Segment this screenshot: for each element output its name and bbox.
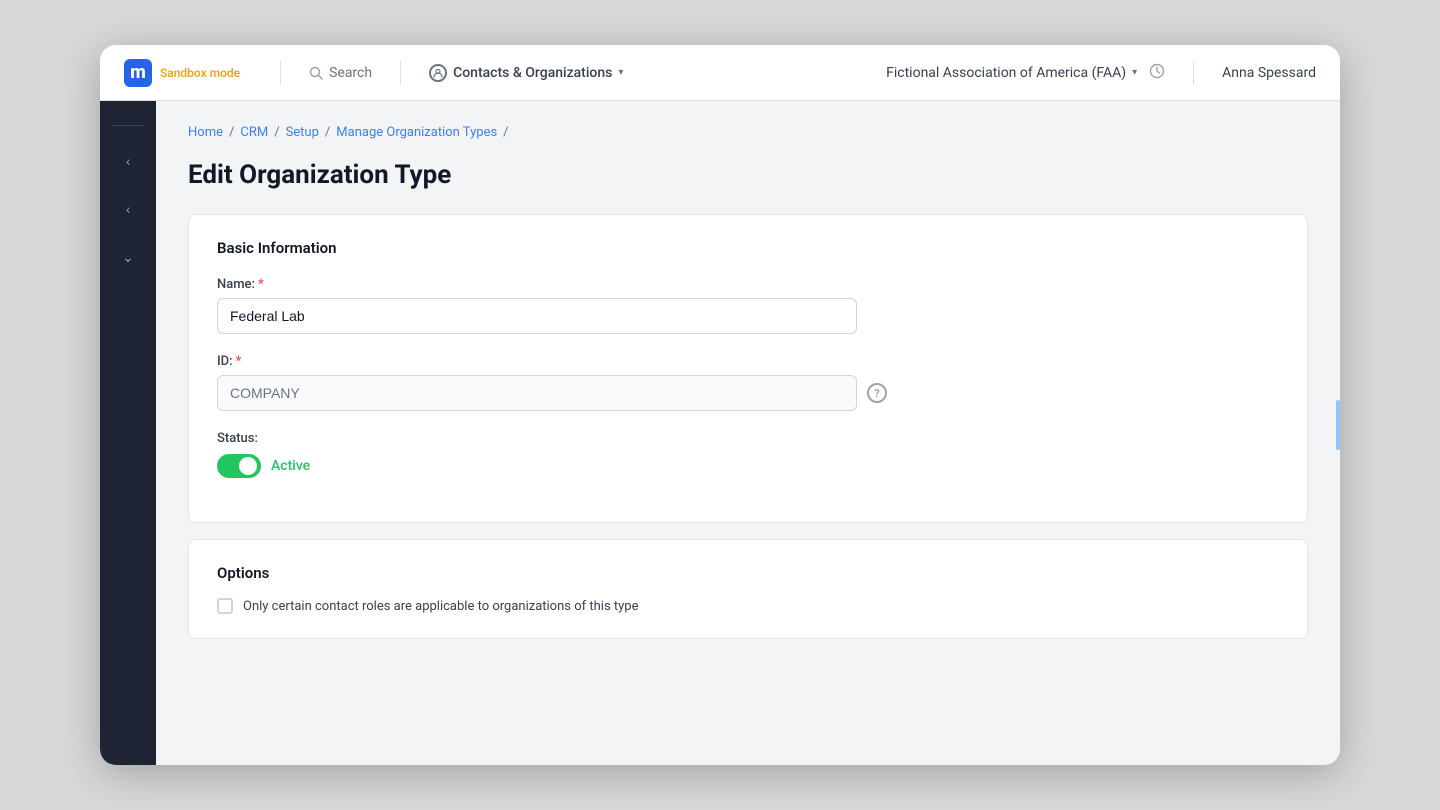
search-button[interactable]: Search [297, 59, 384, 87]
contacts-chevron-icon: ▾ [618, 67, 623, 78]
sidebar-item-chevron-left-2[interactable]: ‹ [108, 190, 148, 230]
checkbox-row: Only certain contact roles are applicabl… [217, 598, 1279, 614]
contacts-icon [429, 64, 447, 82]
status-group: Status: Active [217, 431, 1279, 478]
org-selector[interactable]: Fictional Association of America (FAA) ▾ [886, 65, 1137, 81]
nav-divider-3 [1193, 61, 1194, 85]
org-chevron-icon: ▾ [1132, 67, 1137, 78]
id-label: ID: * [217, 354, 1279, 369]
contact-roles-checkbox[interactable] [217, 598, 233, 614]
sidebar-item-chevron-down[interactable]: ⌄ [108, 238, 148, 278]
options-title: Options [217, 564, 1279, 582]
logo-icon: m [124, 59, 152, 87]
search-icon [309, 66, 323, 80]
chevron-left-icon-1: ‹ [126, 154, 130, 170]
name-input[interactable] [217, 298, 857, 334]
search-label: Search [329, 65, 372, 81]
sidebar-divider-1 [112, 125, 144, 126]
contacts-nav-label: Contacts & Organizations [453, 65, 612, 81]
sidebar: ‹ ‹ ⌄ [100, 101, 156, 765]
breadcrumb-manage[interactable]: Manage Organization Types [336, 125, 497, 140]
breadcrumb-sep-4: / [503, 125, 508, 140]
breadcrumb: Home / CRM / Setup / Manage Organization… [188, 125, 1308, 140]
main-layout: ‹ ‹ ⌄ Home / CRM / Setup / Manage Organi… [100, 101, 1340, 765]
help-icon[interactable]: ? [867, 383, 887, 403]
breadcrumb-sep-1: / [229, 125, 234, 140]
id-required-star: * [236, 354, 242, 369]
top-nav: m Sandbox mode Search Contacts & Organiz… [100, 45, 1340, 101]
page-title: Edit Organization Type [188, 160, 1308, 190]
basic-info-card: Basic Information Name: * ID: * [188, 214, 1308, 523]
contacts-nav-button[interactable]: Contacts & Organizations ▾ [417, 58, 635, 88]
breadcrumb-home[interactable]: Home [188, 125, 223, 140]
breadcrumb-sep-2: / [274, 125, 279, 140]
scroll-indicator [1336, 400, 1340, 450]
id-input[interactable] [217, 375, 857, 411]
sidebar-item-chevron-left-1[interactable]: ‹ [108, 142, 148, 182]
name-required-star: * [258, 277, 264, 292]
chevron-left-icon-2: ‹ [126, 202, 130, 218]
clock-icon[interactable] [1149, 63, 1165, 83]
breadcrumb-crm[interactable]: CRM [240, 125, 268, 140]
nav-logo[interactable]: m Sandbox mode [124, 59, 240, 87]
status-active-label: Active [271, 458, 310, 474]
sandbox-badge: Sandbox mode [160, 66, 240, 80]
toggle-slider [217, 454, 261, 478]
basic-info-title: Basic Information [217, 239, 1279, 257]
status-label: Status: [217, 431, 1279, 446]
breadcrumb-setup[interactable]: Setup [286, 125, 319, 140]
name-group: Name: * [217, 277, 1279, 334]
id-row: ? [217, 375, 1279, 411]
options-card: Options Only certain contact roles are a… [188, 539, 1308, 639]
checkbox-label: Only certain contact roles are applicabl… [243, 599, 638, 614]
nav-divider-1 [280, 61, 281, 85]
content-area: Home / CRM / Setup / Manage Organization… [156, 101, 1340, 765]
status-toggle[interactable] [217, 454, 261, 478]
org-name: Fictional Association of America (FAA) [886, 65, 1126, 81]
toggle-row: Active [217, 454, 1279, 478]
name-label: Name: * [217, 277, 1279, 292]
nav-divider-2 [400, 61, 401, 85]
id-group: ID: * ? [217, 354, 1279, 411]
chevron-down-icon: ⌄ [122, 250, 134, 266]
user-name: Anna Spessard [1222, 65, 1316, 81]
breadcrumb-sep-3: / [325, 125, 330, 140]
